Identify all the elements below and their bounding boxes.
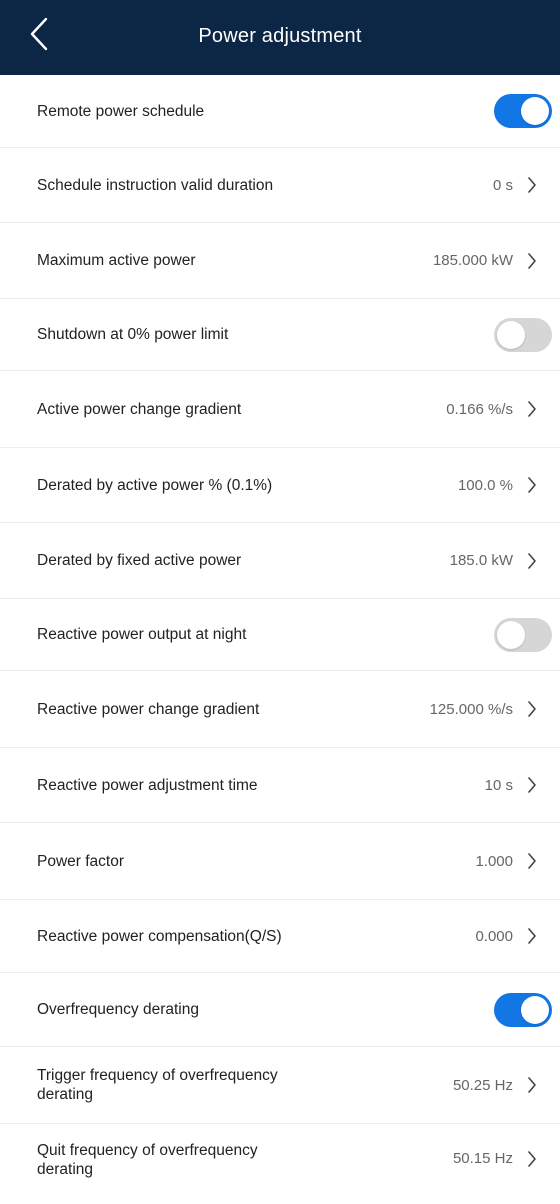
toggle-knob [521,995,549,1024]
settings-list: Remote power schedule Schedule instructi… [0,75,560,1204]
reactive-power-output-at-night-toggle[interactable] [494,617,552,652]
setting-reactive-power-output-at-night[interactable]: Reactive power output at night [0,599,560,671]
setting-label: Derated by fixed active power [37,552,242,569]
chevron-right-icon [527,401,537,417]
setting-value: 185.000 kW [432,252,513,269]
chevron-right-icon [527,1077,537,1093]
setting-label: Schedule instruction valid duration [37,176,274,194]
setting-label: Shutdown at 0% power limit [37,326,229,343]
setting-overfrequency-derating[interactable]: Overfrequency derating [0,973,560,1047]
setting-label: Reactive power change gradient [37,700,260,718]
setting-value: 185.0 kW [449,552,513,569]
setting-value: 10 s [484,776,513,794]
chevron-right-icon [527,701,537,717]
setting-value: 50.15 Hz [452,1150,513,1167]
setting-reactive-power-adjustment-time[interactable]: Reactive power adjustment time 10 s [0,748,560,823]
chevron-right-icon [527,1151,537,1167]
setting-reactive-power-compensation[interactable]: Reactive power compensation(Q/S) 0.000 [0,900,560,973]
setting-label: Quit frequency of overfrequency derating [37,1142,258,1178]
setting-label: Overfrequency derating [37,1001,199,1018]
overfrequency-derating-toggle[interactable] [494,992,552,1027]
chevron-right-icon [527,177,537,193]
toggle-knob [521,97,549,125]
setting-label: Power factor [37,852,125,870]
setting-derated-by-fixed-active-power[interactable]: Derated by fixed active power 185.0 kW [0,523,560,599]
app-header: Power adjustment [0,0,560,75]
toggle-knob [497,620,525,649]
setting-label: Active power change gradient [37,400,242,418]
setting-value: 50.25 Hz [452,1076,513,1094]
chevron-right-icon [527,853,537,869]
chevron-right-icon [527,252,537,269]
setting-remote-power-schedule[interactable]: Remote power schedule [0,75,560,148]
setting-derated-by-active-power-percent[interactable]: Derated by active power % (0.1%) 100.0 % [0,448,560,523]
setting-label: Reactive power output at night [37,626,247,643]
setting-power-factor[interactable]: Power factor 1.000 [0,823,560,900]
setting-schedule-instruction-valid-duration[interactable]: Schedule instruction valid duration 0 s [0,148,560,223]
setting-value: 1.000 [475,852,513,870]
chevron-right-icon [527,777,537,793]
setting-value: 0.000 [475,927,513,945]
setting-label: Reactive power compensation(Q/S) [37,927,282,945]
setting-label: Reactive power adjustment time [37,776,258,794]
chevron-right-icon [527,477,537,493]
setting-quit-frequency-of-overfrequency-derating[interactable]: Quit frequency of overfrequency derating… [0,1124,560,1204]
chevron-right-icon [527,928,537,944]
setting-label: Maximum active power [37,252,196,269]
setting-reactive-power-change-gradient[interactable]: Reactive power change gradient 125.000 %… [0,671,560,748]
page-title: Power adjustment [198,25,362,47]
setting-active-power-change-gradient[interactable]: Active power change gradient 0.166 %/s [0,371,560,448]
setting-value: 0.166 %/s [446,400,513,418]
chevron-right-icon [527,552,537,569]
setting-value: 100.0 % [457,476,513,494]
setting-value: 0 s [492,176,513,194]
setting-trigger-frequency-of-overfrequency-derating[interactable]: Trigger frequency of overfrequency derat… [0,1047,560,1124]
setting-shutdown-at-0-power-limit[interactable]: Shutdown at 0% power limit [0,299,560,371]
toggle-knob [497,320,525,349]
setting-maximum-active-power[interactable]: Maximum active power 185.000 kW [0,223,560,299]
shutdown-at-0-power-limit-toggle[interactable] [494,317,552,352]
setting-value: 125.000 %/s [429,700,513,718]
remote-power-schedule-toggle[interactable] [494,94,552,128]
setting-label: Derated by active power % (0.1%) [37,476,273,494]
setting-label: Trigger frequency of overfrequency derat… [37,1067,278,1103]
setting-label: Remote power schedule [37,102,205,120]
